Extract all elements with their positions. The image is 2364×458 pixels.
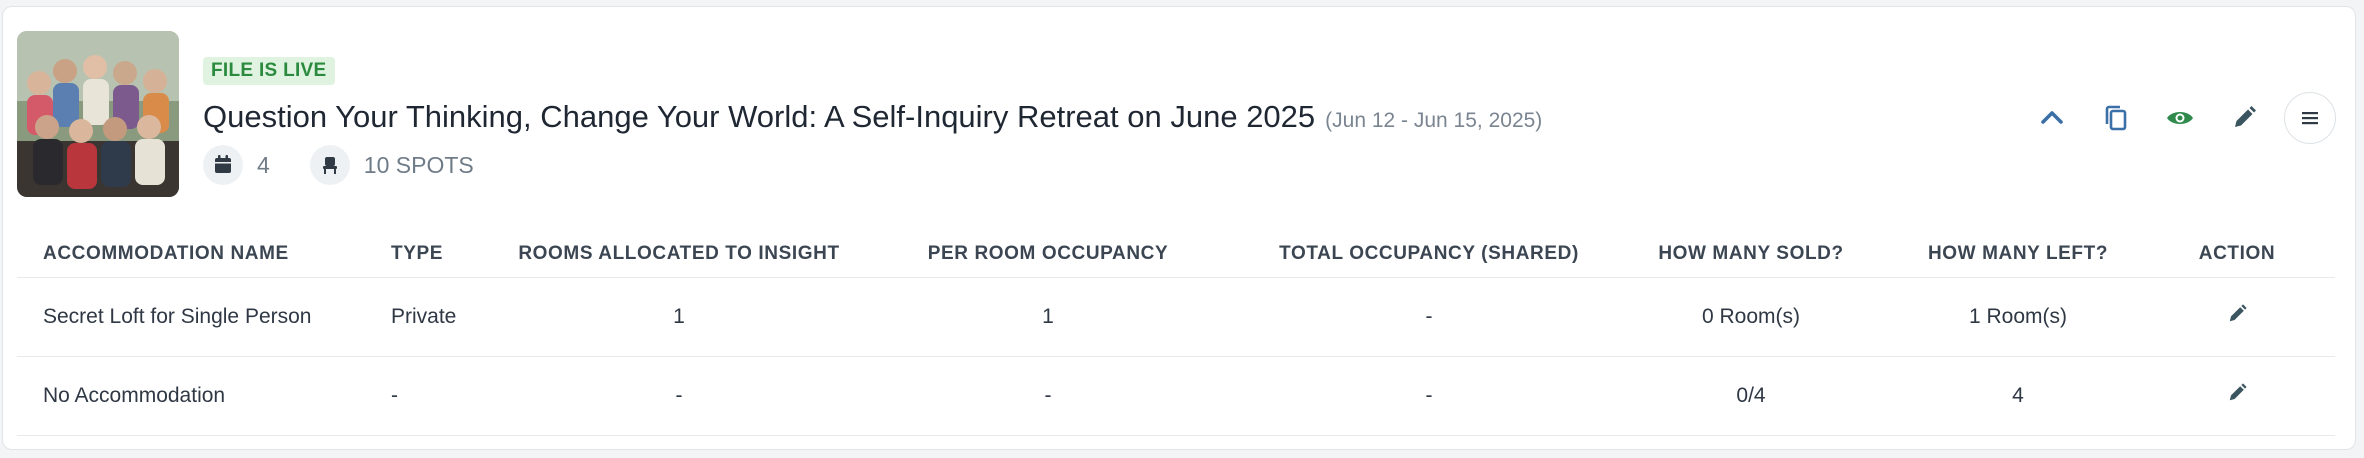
duplicate-button[interactable] — [2092, 94, 2140, 142]
cell-per-room-occupancy: 1 — [843, 277, 1253, 357]
eye-icon — [2167, 112, 2193, 124]
cell-left: 4 — [1897, 356, 2139, 436]
days-count: 4 — [257, 151, 270, 178]
table-row: No Accommodation - - - - 0/4 4 — [17, 356, 2335, 436]
spots-count: 10 SPOTS — [363, 151, 474, 178]
cell-action — [2139, 356, 2335, 436]
pencil-icon — [2235, 106, 2256, 127]
cell-per-room-occupancy: - — [843, 356, 1253, 436]
edit-row-button[interactable] — [2222, 302, 2252, 332]
table-row: Secret Loft for Single Person Private 1 … — [17, 277, 2335, 357]
col-header-sold: HOW MANY SOLD? — [1605, 231, 1897, 278]
col-header-left: HOW MANY LEFT? — [1897, 231, 2139, 278]
cell-left: 1 Room(s) — [1897, 277, 2139, 357]
table-header-row: ACCOMMODATION NAME TYPE ROOMS ALLOCATED … — [17, 231, 2335, 278]
cell-action — [2139, 277, 2335, 357]
col-header-name: ACCOMMODATION NAME — [17, 231, 391, 278]
group-photo-image — [17, 31, 179, 197]
col-header-rooms-allocated: ROOMS ALLOCATED TO INSIGHT — [515, 231, 843, 278]
copy-icon — [2105, 105, 2127, 131]
chevron-up-icon — [2041, 111, 2063, 124]
preview-button[interactable] — [2156, 94, 2204, 142]
calendar-icon — [203, 145, 243, 185]
cell-total-occupancy: - — [1253, 277, 1605, 357]
cell-name: Secret Loft for Single Person — [17, 277, 391, 357]
cell-rooms-allocated: 1 — [515, 277, 843, 357]
accommodation-table: ACCOMMODATION NAME TYPE ROOMS ALLOCATED … — [17, 231, 2335, 436]
cell-sold: 0/4 — [1605, 356, 1897, 436]
event-meta: 4 10 SPOTS — [203, 145, 514, 185]
cell-name: No Accommodation — [17, 356, 391, 436]
edit-event-button[interactable] — [2220, 94, 2268, 142]
event-dates: (Jun 12 - Jun 15, 2025) — [1325, 109, 1543, 132]
edit-row-button[interactable] — [2222, 381, 2252, 411]
collapse-button[interactable] — [2028, 94, 2076, 142]
event-title-row: Question Your Thinking, Change Your Worl… — [203, 99, 1542, 135]
more-menu-button[interactable] — [2284, 92, 2336, 144]
cell-sold: 0 Room(s) — [1605, 277, 1897, 357]
event-title: Question Your Thinking, Change Your Worl… — [203, 99, 1316, 134]
cell-total-occupancy: - — [1253, 356, 1605, 436]
card-actions — [2028, 92, 2336, 144]
pencil-icon — [2229, 383, 2247, 401]
col-header-per-room-occupancy: PER ROOM OCCUPANCY — [843, 231, 1253, 278]
col-header-type: TYPE — [391, 231, 515, 278]
col-header-total-occupancy: TOTAL OCCUPANCY (SHARED) — [1253, 231, 1605, 278]
col-header-action: ACTION — [2139, 231, 2335, 278]
seat-icon — [309, 145, 350, 185]
event-thumbnail[interactable] — [17, 31, 179, 197]
cell-type: Private — [391, 277, 515, 357]
status-badge: FILE IS LIVE — [203, 57, 335, 85]
event-card: FILE IS LIVE Question Your Thinking, Cha… — [2, 6, 2356, 450]
cell-rooms-allocated: - — [515, 356, 843, 436]
pencil-icon — [2229, 304, 2247, 322]
menu-icon — [2302, 112, 2318, 125]
cell-type: - — [391, 356, 515, 436]
